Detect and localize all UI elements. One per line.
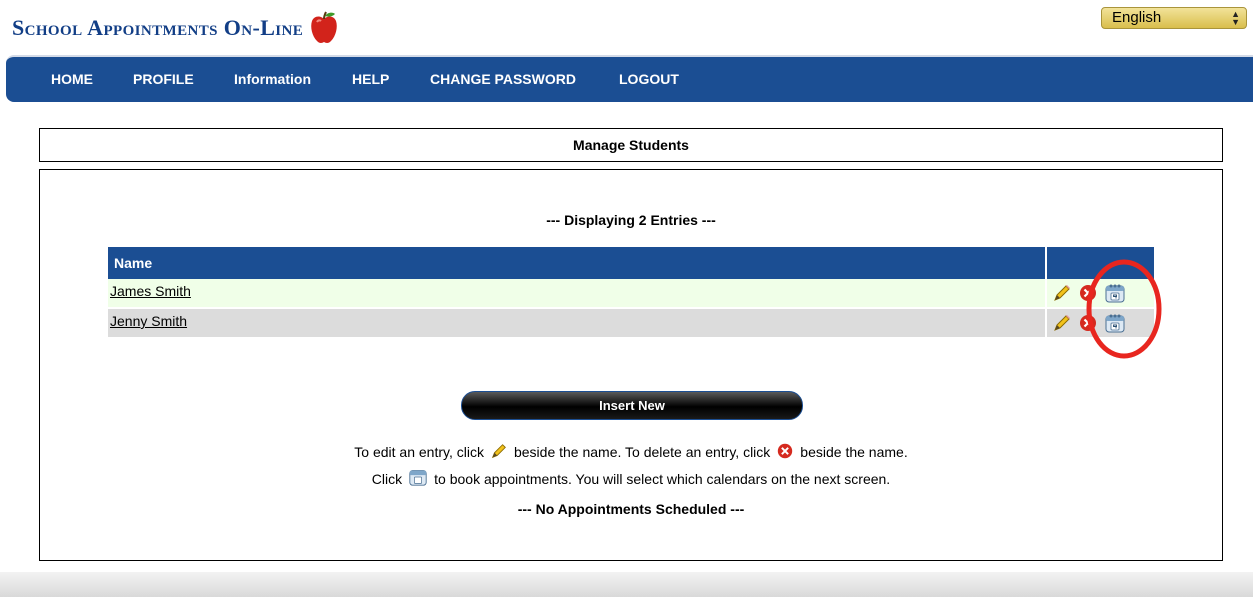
brand: School Appointments On-Line	[12, 10, 339, 46]
help-text: to book appointments. You will select wh…	[434, 471, 891, 487]
table-header: Name	[108, 247, 1154, 279]
help-line-edit-delete: To edit an entry, click beside the name. …	[40, 442, 1222, 460]
help-text: beside the name.	[800, 444, 908, 460]
language-selected: English	[1112, 9, 1162, 26]
column-header-name: Name	[114, 255, 153, 271]
delete-icon	[778, 443, 793, 459]
nav-home[interactable]: HOME	[51, 71, 93, 87]
nav-change-password[interactable]: CHANGE PASSWORD	[430, 71, 576, 87]
no-appointments-message: --- No Appointments Scheduled ---	[517, 501, 745, 517]
language-select[interactable]: English ▲ ▼	[1101, 7, 1247, 29]
column-divider	[1045, 247, 1047, 279]
calendar-book-icon	[409, 470, 427, 486]
row-divider	[1045, 279, 1047, 307]
help-text: Click	[371, 471, 403, 487]
page-title: Manage Students	[39, 128, 1223, 162]
help-text: To edit an entry, click	[354, 444, 484, 460]
insert-new-button[interactable]: Insert New	[461, 391, 803, 420]
student-name-link[interactable]: Jenny Smith	[110, 313, 187, 329]
help-line-calendar: Click to book appointments. You will sele…	[40, 467, 1222, 487]
manage-students-panel: --- Displaying 2 Entries --- Name James …	[39, 169, 1223, 561]
help-text: beside the name. To delete an entry, cli…	[513, 444, 771, 460]
edit-pencil-icon[interactable]	[1052, 313, 1072, 333]
entries-count: --- Displaying 2 Entries ---	[546, 212, 716, 228]
row-divider	[1045, 309, 1047, 337]
apple-icon	[311, 11, 337, 43]
nav-information[interactable]: Information	[234, 71, 311, 87]
table-row: Jenny Smith	[108, 309, 1154, 337]
highlight-circle-annotation	[1086, 259, 1162, 359]
nav-logout[interactable]: LOGOUT	[619, 71, 679, 87]
edit-pencil-icon[interactable]	[1052, 283, 1072, 303]
main-nav: HOME PROFILE Information HELP CHANGE PAS…	[6, 55, 1253, 102]
select-arrows-icon: ▲ ▼	[1231, 9, 1240, 27]
edit-pencil-icon	[491, 444, 506, 459]
nav-help[interactable]: HELP	[352, 71, 389, 87]
table-row: James Smith	[108, 279, 1154, 307]
student-name-link[interactable]: James Smith	[110, 283, 191, 299]
nav-profile[interactable]: PROFILE	[133, 71, 194, 87]
site-title: School Appointments On-Line	[12, 15, 304, 40]
footer-bar	[0, 572, 1253, 597]
